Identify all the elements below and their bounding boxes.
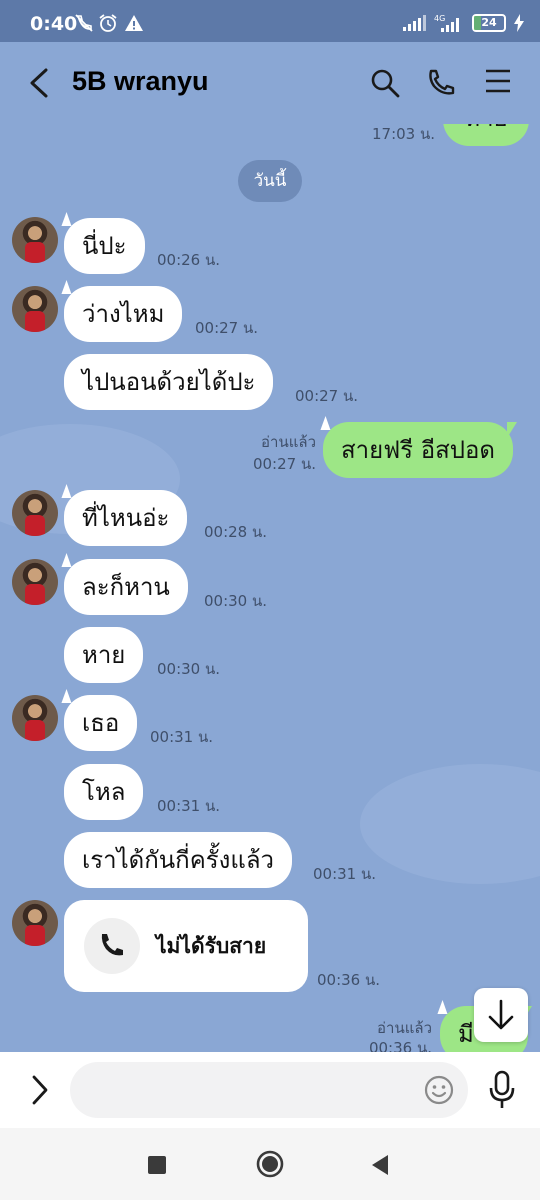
battery-icon: 24 (472, 14, 506, 32)
svg-text:4G: 4G (434, 14, 445, 23)
message-time: 00:36 น. (368, 1039, 432, 1052)
message-bubble-incoming[interactable]: ว่างไหม (64, 286, 183, 342)
message-bubble-incoming[interactable]: เธอ (64, 695, 138, 751)
date-chip: วันนี้ (238, 160, 302, 202)
message-time: 00:26 น. (157, 251, 221, 269)
message-bubble-incoming[interactable]: ที่ไหนอ่ะ (64, 490, 188, 546)
status-time: 0:40 (30, 13, 78, 35)
scroll-to-bottom-button[interactable] (474, 988, 528, 1042)
message-bubble-outgoing[interactable]: สายฟรี อีสปอด (323, 422, 517, 478)
recents-square-icon[interactable] (148, 1156, 166, 1174)
signal-icon (403, 15, 426, 31)
home-circle-icon[interactable] (256, 1150, 284, 1178)
search-icon[interactable] (370, 68, 400, 98)
chat-title: 5B wranyu (72, 66, 209, 96)
message-text: ว่างไหม (82, 300, 165, 328)
message-input[interactable] (70, 1062, 468, 1118)
back-triangle-icon[interactable] (370, 1154, 390, 1176)
avatar[interactable] (12, 490, 58, 536)
emoji-icon[interactable] (423, 1074, 455, 1106)
message-input-bar (0, 1052, 540, 1128)
message-bubble-incoming[interactable]: นี่ปะ (64, 218, 145, 274)
message-text: มี (458, 1020, 474, 1048)
message-time: 00:31 น. (157, 797, 221, 815)
charging-icon (514, 14, 524, 32)
read-receipt: อ่านแล้ว (261, 433, 316, 451)
message-time: 00:30 น. (157, 660, 221, 678)
message-time: 00:31 น. (150, 728, 214, 746)
status-bar: 0:40 4G 24 (0, 0, 540, 42)
back-arrow-icon[interactable] (28, 68, 50, 98)
menu-icon[interactable] (484, 68, 512, 94)
avatar[interactable] (12, 695, 58, 741)
phone-icon[interactable] (426, 68, 456, 98)
message-bubble-incoming[interactable]: หาย (64, 627, 144, 683)
avatar[interactable] (12, 559, 58, 605)
message-time: 00:27 น. (252, 455, 316, 473)
message-text: เธอ (82, 709, 120, 737)
message-time: 00:27 น. (195, 319, 259, 337)
battery-percent: 24 (481, 16, 497, 29)
message-time: 00:36 น. (317, 971, 381, 989)
message-time: 00:28 น. (204, 523, 268, 541)
avatar[interactable] (12, 900, 58, 946)
message-text: นี่ปะ (82, 232, 127, 260)
alarm-icon (99, 14, 117, 32)
message-text: หาย (82, 641, 126, 669)
message-bubble-incoming[interactable]: ไปนอนด้วยได้ปะ (64, 354, 274, 410)
avatar[interactable] (12, 286, 58, 332)
message-time: 00:27 น. (295, 387, 359, 405)
message-text: โหล (82, 778, 126, 806)
microphone-icon[interactable] (488, 1070, 516, 1110)
avatar[interactable] (12, 217, 58, 263)
message-text: ไปนอนด้วยได้ปะ (82, 368, 256, 396)
message-time: 00:30 น. (204, 592, 268, 610)
4g-signal-icon: 4G (434, 14, 459, 32)
call-icon-circle (84, 918, 140, 974)
expand-chevron-icon[interactable] (30, 1074, 50, 1106)
call-muted-icon (75, 14, 93, 32)
message-time: 17:03 น. (372, 125, 436, 143)
message-text: หาย (464, 124, 507, 132)
message-time: 00:31 น. (313, 865, 377, 883)
message-bubble-outgoing[interactable]: หาย (443, 124, 529, 146)
message-text: เราได้กันกี่ครั้งแล้ว (82, 846, 275, 874)
warning-icon (125, 15, 143, 31)
message-bubble-incoming[interactable]: เราได้กันกี่ครั้งแล้ว (64, 832, 293, 888)
missed-call-card[interactable]: ไม่ได้รับสาย (64, 900, 308, 992)
message-bubble-incoming[interactable]: ละก็หาน (64, 559, 188, 615)
phone-icon (101, 934, 123, 956)
system-nav-bar (0, 1128, 540, 1200)
chat-area[interactable]: หาย 17:03 น. วันนี้ นี่ปะ 00:26 น. ว่างไ… (0, 124, 540, 1052)
arrow-down-icon (488, 999, 514, 1030)
message-text: ละก็หาน (82, 573, 170, 601)
message-text: ที่ไหนอ่ะ (82, 504, 170, 532)
message-bubble-incoming[interactable]: โหล (64, 764, 144, 820)
background-cloud (360, 764, 540, 884)
message-text: สายฟรี อีสปอด (341, 436, 495, 464)
chat-header: 5B wranyu (0, 42, 540, 124)
missed-call-label: ไม่ได้รับสาย (156, 934, 267, 958)
